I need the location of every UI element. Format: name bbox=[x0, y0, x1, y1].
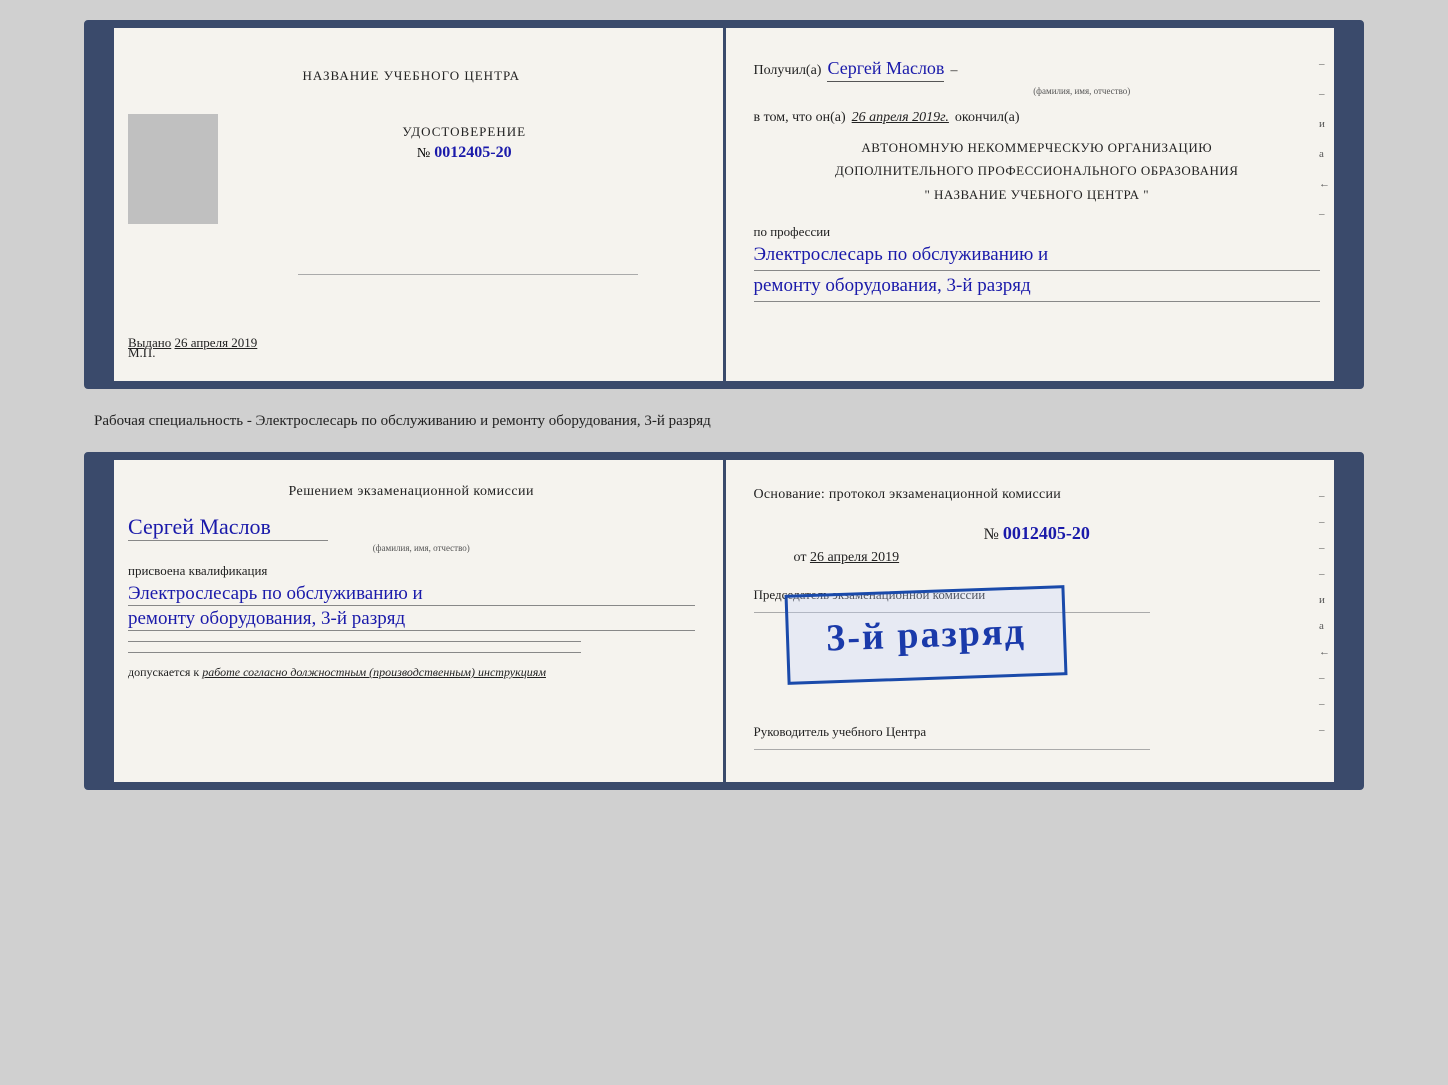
cert2-date: 26 апреля 2019 bbox=[810, 550, 899, 565]
cert2-fio-hint: (фамилия, имя, отчество) bbox=[148, 543, 695, 553]
cert1-finished-label: окончил(а) bbox=[955, 110, 1020, 126]
cert1-profession-label: по профессии bbox=[754, 224, 1321, 240]
cert1-received-name: Сергей Маслов bbox=[827, 58, 944, 82]
cert2-right-panel: Основание: протокол экзаменационной коми… bbox=[726, 460, 1357, 782]
cert2-sig-line2 bbox=[128, 652, 581, 653]
caption-text: Рабочая специальность - Электрослесарь п… bbox=[94, 413, 711, 429]
page-container: НАЗВАНИЕ УЧЕБНОГО ЦЕНТРА УДОСТОВЕРЕНИЕ №… bbox=[20, 20, 1428, 790]
cert1-profession-block: по профессии Электрослесарь по обслужива… bbox=[754, 224, 1321, 302]
cert2-rukov-label: Руководитель учебного Центра bbox=[754, 723, 1321, 741]
certificate-2: Решением экзаменационной комиссии Сергей… bbox=[84, 452, 1364, 790]
cert1-profession-line1: Электрослесарь по обслуживанию и bbox=[754, 244, 1321, 271]
cert1-issued: Выдано 26 апреля 2019 bbox=[128, 335, 695, 351]
cert1-org-line1: АВТОНОМНУЮ НЕКОММЕРЧЕСКУЮ ОРГАНИЗАЦИЮ bbox=[754, 136, 1321, 159]
cert1-left-panel: НАЗВАНИЕ УЧЕБНОГО ЦЕНТРА УДОСТОВЕРЕНИЕ №… bbox=[92, 28, 726, 381]
cert1-photo bbox=[128, 114, 218, 224]
cert2-dopusk-label: допускается к bbox=[128, 665, 199, 679]
cert1-mp: М.П. bbox=[128, 345, 155, 361]
cert2-number-prefix: № bbox=[984, 526, 999, 543]
cert1-vtom-line: в том, что он(а) 26 апреля 2019г. окончи… bbox=[754, 110, 1321, 126]
cert2-date-prefix: от bbox=[794, 550, 807, 565]
cert1-side-marks: – – и а ← – bbox=[1319, 58, 1330, 220]
cert2-qual-line1: Электрослесарь по обслуживанию и bbox=[128, 583, 695, 606]
cert1-vtom-date: 26 апреля 2019г. bbox=[852, 110, 949, 126]
cert1-org-line2: ДОПОЛНИТЕЛЬНОГО ПРОФЕССИОНАЛЬНОГО ОБРАЗО… bbox=[754, 159, 1321, 182]
cert2-stamp-text: 3-й разряд bbox=[825, 610, 1026, 661]
cert2-qual-label: присвоена квалификация bbox=[128, 563, 695, 579]
cert2-resolution-title: Решением экзаменационной комиссии bbox=[128, 484, 695, 500]
cert2-left-panel: Решением экзаменационной комиссии Сергей… bbox=[92, 460, 726, 782]
caption-area: Рабочая специальность - Электрослесарь п… bbox=[84, 405, 1364, 436]
cert2-dopusk-block: допускается к работе согласно должностны… bbox=[128, 665, 695, 680]
cert1-org-block: АВТОНОМНУЮ НЕКОММЕРЧЕСКУЮ ОРГАНИЗАЦИЮ ДО… bbox=[754, 136, 1321, 206]
cert2-number: 0012405-20 bbox=[1003, 523, 1090, 543]
cert1-id-label: УДОСТОВЕРЕНИЕ bbox=[234, 124, 695, 140]
cert1-school-name: НАЗВАНИЕ УЧЕБНОГО ЦЕНТРА bbox=[128, 58, 695, 84]
cert1-fio-hint: (фамилия, имя, отчество) bbox=[844, 86, 1321, 96]
cert1-number-prefix: № bbox=[417, 146, 430, 161]
cert1-received-label: Получил(а) bbox=[754, 63, 822, 79]
cert2-sig-line1 bbox=[128, 641, 581, 642]
certificate-1: НАЗВАНИЕ УЧЕБНОГО ЦЕНТРА УДОСТОВЕРЕНИЕ №… bbox=[84, 20, 1364, 389]
cert1-org-name: " НАЗВАНИЕ УЧЕБНОГО ЦЕНТРА " bbox=[754, 183, 1321, 206]
cert2-person-name-container: Сергей Маслов bbox=[128, 514, 695, 541]
cert2-stamp: 3-й разряд bbox=[784, 585, 1067, 685]
cert1-received-line: Получил(а) Сергей Маслов – bbox=[754, 58, 1321, 82]
cert2-rukov-sig-line bbox=[754, 749, 1151, 750]
cert2-osnov-label: Основание: протокол экзаменационной коми… bbox=[754, 484, 1321, 505]
cert2-side-marks: – – – – и а ← – – – bbox=[1319, 490, 1330, 736]
cert1-divider bbox=[298, 274, 638, 275]
cert1-right-panel: Получил(а) Сергей Маслов – (фамилия, имя… bbox=[726, 28, 1357, 381]
cert2-date-block: от 26 апреля 2019 bbox=[794, 550, 1321, 566]
cert2-person-name: Сергей Маслов bbox=[128, 514, 328, 541]
cert1-issued-date: 26 апреля 2019 bbox=[175, 335, 258, 350]
cert2-qual-line2: ремонту оборудования, 3-й разряд bbox=[128, 608, 695, 631]
cert2-dopusk-text: работе согласно должностным (производств… bbox=[202, 665, 546, 679]
cert1-number: 0012405-20 bbox=[434, 144, 511, 161]
cert1-vtom-label: в том, что он(а) bbox=[754, 110, 846, 126]
cert1-profession-line2: ремонту оборудования, 3-й разряд bbox=[754, 275, 1321, 302]
